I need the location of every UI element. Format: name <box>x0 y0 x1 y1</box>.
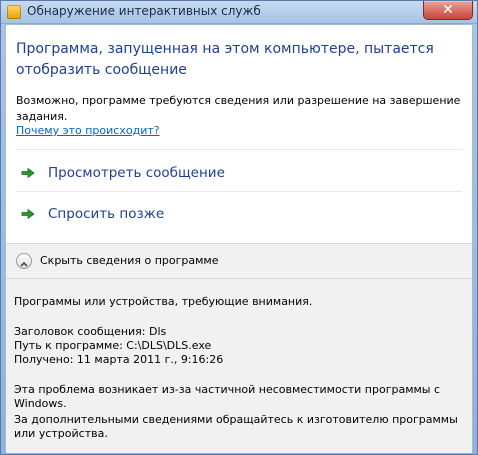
dialog-window: Обнаружение интерактивных служб ✕ Програ… <box>0 0 478 455</box>
message-title: Заголовок сообщения: Dls <box>14 325 167 338</box>
ask-later-label: Спросить позже <box>48 206 165 222</box>
close-button[interactable]: ✕ <box>423 1 473 20</box>
separator <box>16 149 462 150</box>
description-text: Возможно, программе требуются сведения и… <box>16 94 461 123</box>
close-icon: ✕ <box>442 2 454 18</box>
separator <box>16 191 462 192</box>
green-arrow-icon <box>18 166 38 180</box>
dialog-content: Программа, запущенная на этом компьютере… <box>5 24 473 453</box>
contact-text: За дополнительными сведениями обращайтес… <box>14 413 458 440</box>
ask-later-command[interactable]: Спросить позже <box>16 199 462 229</box>
program-path: Путь к программе: C:\DLS\DLS.exe <box>14 339 212 352</box>
view-message-label: Просмотреть сообщение <box>48 165 225 181</box>
chevron-up-icon <box>20 252 28 271</box>
main-panel: Программа, запущенная на этом компьютере… <box>6 25 472 243</box>
details-panel: Программы или устройства, требующие вним… <box>6 279 472 453</box>
why-link[interactable]: Почему это происходит? <box>16 123 160 139</box>
window-title: Обнаружение интерактивных служб <box>27 4 261 18</box>
shield-app-icon <box>7 5 21 19</box>
collapse-details-button[interactable] <box>16 253 32 269</box>
main-heading: Программа, запущенная на этом компьютере… <box>16 41 434 78</box>
details-toggle-label[interactable]: Скрыть сведения о программе <box>40 254 219 267</box>
title-bar[interactable]: Обнаружение интерактивных служб ✕ <box>1 1 477 24</box>
green-arrow-icon <box>18 207 38 221</box>
details-intro: Программы или устройства, требующие вним… <box>14 295 313 308</box>
details-toggle-bar: Скрыть сведения о программе <box>6 243 472 279</box>
problem-text: Эта проблема возникает из-за частичной н… <box>14 383 441 410</box>
view-message-command[interactable]: Просмотреть сообщение <box>16 158 462 188</box>
received-time: Получено: 11 марта 2011 г., 9:16:26 <box>14 353 224 366</box>
